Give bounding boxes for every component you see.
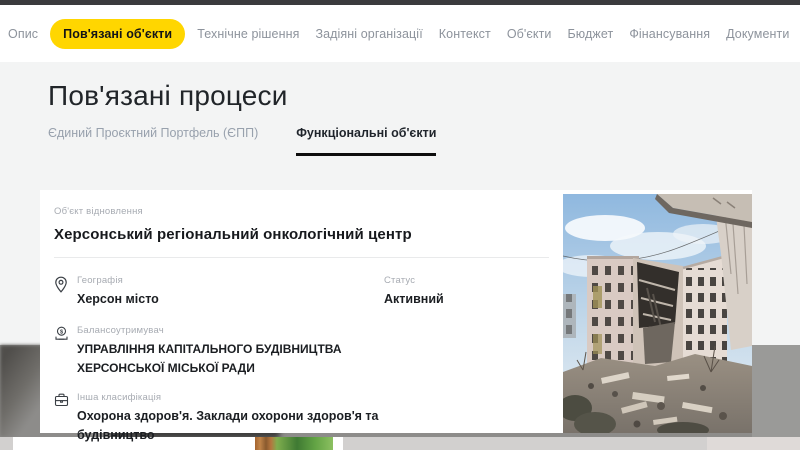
card-divider [54,257,549,258]
briefcase-icon [54,393,69,446]
topnav-item-context[interactable]: Контекст [431,19,499,49]
topnav-item-description[interactable]: Опис [0,19,46,49]
status-value: Активний [384,290,444,309]
topnav-item-financing[interactable]: Фінансування [621,19,718,49]
location-pin-icon [54,276,69,309]
object-category-label: Об'єкт відновлення [54,206,549,217]
top-navigation: ОписПов'язані об'єктиТехнічне рішенняЗад… [0,5,800,62]
geography-value: Херсон місто [77,290,159,309]
money-donation-icon: $ [54,326,69,377]
tab-epp[interactable]: Єдиний Проєктний Портфель (ЄПП) [48,126,258,156]
topnav-item-documents[interactable]: Документи [718,19,797,49]
geography-label: Географія [77,275,159,286]
next-section-right-area [707,437,800,450]
tab-bar: Єдиний Проєктний Портфель (ЄПП) Функціон… [48,126,436,156]
topnav-item-related-objects[interactable]: Пов'язані об'єкти [50,19,185,49]
page-title: Пов'язані процеси [48,80,288,112]
tab-functional-objects[interactable]: Функціональні об'єкти [296,126,436,156]
card-details: Об'єкт відновлення Херсонський регіональ… [40,190,563,433]
destroyed-building-photo [563,194,752,433]
functional-object-card[interactable]: Об'єкт відновлення Херсонський регіональ… [40,190,752,433]
card-fields: Географія Херсон місто Статус Активний $ [54,275,549,445]
classification-label: Інша класифікація [77,392,387,403]
balance-holder-value: УПРАВЛІННЯ КАПІТАЛЬНОГО БУДІВНИЦТВА ХЕРС… [77,340,387,377]
topnav-item-budget[interactable]: Бюджет [560,19,622,49]
background-photo-right-fragment [752,345,800,437]
topnav-item-technical-solution[interactable]: Технічне рішення [189,19,307,49]
geography-field: Географія Херсон місто [54,275,549,309]
topnav-item-involved-organizations[interactable]: Задіяні організації [307,19,430,49]
status-field: Статус Активний [384,275,444,309]
topnav-item-objects[interactable]: Об'єкти [499,19,560,49]
balance-holder-label: Балансоутримувач [77,325,387,336]
classification-value: Охорона здоров'я. Заклади охорони здоров… [77,407,387,446]
status-label: Статус [384,275,444,286]
classification-field: Інша класифікація Охорона здоров'я. Закл… [54,392,549,446]
balance-holder-field: $ Балансоутримувач УПРАВЛІННЯ КАПІТАЛЬНО… [54,325,549,377]
screen: ОписПов'язані об'єктиТехнічне рішенняЗад… [0,0,800,450]
top-edge-bar [0,0,800,5]
object-title: Херсонський регіональний онкологічний це… [54,226,549,243]
